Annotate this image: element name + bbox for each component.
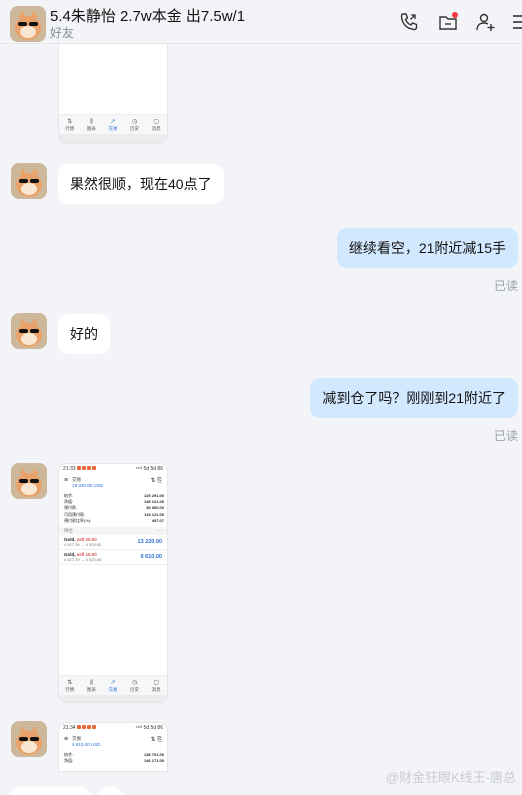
folder-icon[interactable] bbox=[437, 11, 459, 33]
sender-avatar[interactable] bbox=[11, 163, 47, 199]
nav-trade: ↗ 交易 bbox=[108, 118, 118, 131]
nav-history: ◷ 历史 bbox=[130, 679, 140, 692]
watermark: @财金狂眼K线王-唐总 bbox=[385, 770, 516, 785]
call-icon[interactable] bbox=[398, 11, 420, 33]
shot-navbar: ⇅ 行情 ⫼ 图表 ↗ 交易 ◷ 历史 ▢ 消息 bbox=[59, 114, 167, 134]
shot-section-positions: 持仓 ··· bbox=[59, 527, 167, 536]
message-bubble-incoming[interactable]: 果然很顺，现在40点了 bbox=[58, 164, 224, 204]
partial-bubble bbox=[98, 787, 122, 795]
chat-title: 5.4朱静怡 2.7w本金 出7.5w/1 bbox=[50, 8, 246, 25]
shot-navbar: ⇅ 行情 ⫼ 图表 ↗ 交易 ◷ 历史 ▢ 消息 bbox=[59, 675, 167, 695]
gesture-bar bbox=[59, 695, 167, 702]
message-bubble-incoming[interactable]: 好的 bbox=[58, 314, 110, 354]
contact-avatar[interactable] bbox=[10, 6, 46, 42]
image-message-3[interactable]: 21:34 ⁵⁶ᴳ 5d 5d 86 ≡ 交易 6 610.00 USD ⇅ ⎘… bbox=[58, 722, 168, 772]
menu-icon[interactable] bbox=[510, 11, 522, 33]
gesture-bar bbox=[59, 134, 167, 143]
nav-history: ◷ 历史 bbox=[130, 118, 140, 131]
message-bubble-outgoing[interactable]: 减到仓了吗？刚刚到21附近了 bbox=[310, 378, 518, 418]
nav-messages: ▢ 消息 bbox=[151, 118, 161, 131]
shot-position-row: Gold, sell 10.00 4 527.39 → 4 520.65 6 6… bbox=[59, 550, 167, 566]
nav-messages: ▢ 消息 bbox=[151, 679, 161, 692]
shot-account-header: ≡ 交易 6 610.00 USD ⇅ ⎘ bbox=[64, 736, 162, 747]
sender-avatar[interactable] bbox=[11, 463, 47, 499]
shot-account-table: 结余: 125 291.00 净值: 149 121.00 预付款: 30 000.0… bbox=[64, 493, 164, 523]
sender-avatar[interactable] bbox=[11, 313, 47, 349]
shot-statusbar: 21:34 ⁵⁶ᴳ 5d 5d 86 bbox=[63, 725, 163, 731]
image-message-2[interactable]: 21:33 ⁵⁶ᴳ 5d 5d 86 ≡ 交易 19 330.00 USD ⇅ … bbox=[58, 463, 168, 703]
image-message-1[interactable]: ⇅ 行情 ⫼ 图表 ↗ 交易 ◷ 历史 ▢ 消息 bbox=[58, 32, 168, 144]
shot-account-table: 结余: 138 701.00 净值: 146 171.00 bbox=[64, 752, 164, 764]
nav-quotes: ⇅ 行情 bbox=[65, 118, 75, 131]
partial-bubble bbox=[10, 787, 90, 795]
read-status: 已读 bbox=[493, 279, 518, 293]
read-status: 已读 bbox=[493, 429, 518, 443]
shot-account-header: ≡ 交易 19 330.00 USD ⇅ ⎘ bbox=[64, 477, 162, 488]
nav-trade: ↗ 交易 bbox=[108, 679, 118, 692]
nav-quotes: ⇅ 行情 bbox=[65, 679, 75, 692]
shot-statusbar: 21:33 ⁵⁶ᴳ 5d 5d 86 bbox=[63, 466, 163, 472]
nav-charts: ⫼ 图表 bbox=[86, 118, 96, 131]
chat-header: 5.4朱静怡 2.7w本金 出7.5w/1 好友 bbox=[0, 0, 522, 44]
add-friend-icon[interactable] bbox=[474, 11, 496, 33]
shot-position-row: Gold, sell 20.00 4 527.39 → 4 520.65 13 … bbox=[59, 535, 167, 551]
message-bubble-outgoing[interactable]: 继续看空，21附近减15手 bbox=[336, 228, 518, 268]
nav-charts: ⫼ 图表 bbox=[86, 679, 96, 692]
sender-avatar[interactable] bbox=[11, 721, 47, 757]
chat-subtitle: 好友 bbox=[50, 26, 75, 40]
